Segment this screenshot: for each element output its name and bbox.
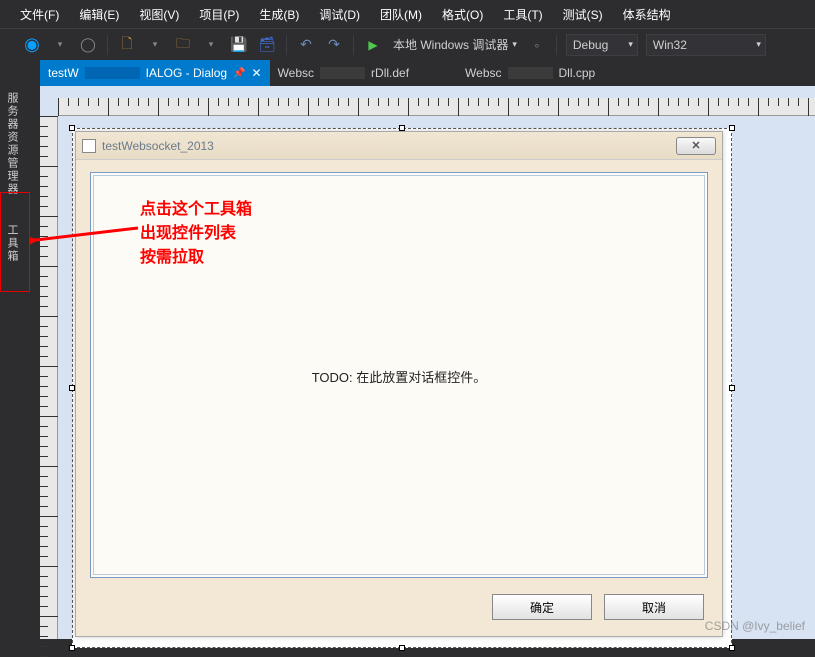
tab-label-suffix: Dll.cpp <box>559 66 596 80</box>
menu-format[interactable]: 格式(O) <box>432 6 493 23</box>
config-dropdown[interactable]: Debug <box>566 34 638 56</box>
undo-icon[interactable]: ↶ <box>294 33 318 57</box>
dialog-close-button[interactable]: ✕ <box>676 137 716 155</box>
open-dropdown-icon[interactable]: ▾ <box>199 33 223 57</box>
close-icon[interactable]: ✕ <box>252 66 262 80</box>
menu-arch[interactable]: 体系结构 <box>613 6 681 23</box>
annotation-line-2: 出现控件列表 <box>140 222 252 246</box>
redacted-block <box>508 67 553 79</box>
ok-button[interactable]: 确定 <box>492 594 592 620</box>
resize-handle-se[interactable] <box>729 645 735 651</box>
toolbar-separator-4 <box>556 35 557 55</box>
menu-project[interactable]: 项目(P) <box>189 6 249 23</box>
platform-dropdown[interactable]: Win32 <box>646 34 766 56</box>
toolbox-tab[interactable]: 工具箱 <box>0 218 22 269</box>
toolbar-separator-2 <box>286 35 287 55</box>
tab-dll-def[interactable]: Websc rDll.def <box>270 60 417 86</box>
tab-label-prefix: Websc <box>278 66 314 80</box>
toolbar: ◉ ▾ ◯ 🗋 ▾ 🗀 ▾ 💾 🗃 ↶ ↷ ▶ 本地 Windows 调试器 ▾… <box>0 28 815 60</box>
tab-dialog-designer[interactable]: testW IALOG - Dialog 📌 ✕ <box>40 60 270 86</box>
annotation-line-1: 点击这个工具箱 <box>140 198 252 222</box>
menu-team[interactable]: 团队(M) <box>370 6 432 23</box>
dialog-button-row: 确定 取消 <box>492 594 704 620</box>
designer-surface: testWebsocket_2013 ✕ TODO: 在此放置对话框控件。 确定… <box>40 86 815 639</box>
menu-test[interactable]: 测试(S) <box>553 6 613 23</box>
watermark: CSDN @Ivy_belief <box>705 619 805 633</box>
menu-view[interactable]: 视图(V) <box>129 6 189 23</box>
dialog-app-icon <box>82 139 96 153</box>
editor-tabbar: testW IALOG - Dialog 📌 ✕ Websc rDll.def … <box>0 60 815 86</box>
new-item-dropdown-icon[interactable]: ▾ <box>143 33 167 57</box>
annotation-text: 点击这个工具箱 出现控件列表 按需拉取 <box>140 198 252 270</box>
side-panels: 服务器资源管理器 工具箱 <box>0 86 22 486</box>
start-debug-icon[interactable]: ▶ <box>361 33 385 57</box>
dialog-placeholder-text: TODO: 在此放置对话框控件。 <box>91 367 707 386</box>
redacted-block <box>320 67 365 79</box>
debugger-selector[interactable]: 本地 Windows 调试器 ▾ <box>389 36 521 53</box>
nav-forward-icon[interactable]: ◯ <box>76 33 100 57</box>
cancel-button[interactable]: 取消 <box>604 594 704 620</box>
menu-bar: 文件(F) 编辑(E) 视图(V) 项目(P) 生成(B) 调试(D) 团队(M… <box>0 0 815 28</box>
resize-handle-sw[interactable] <box>69 645 75 651</box>
server-explorer-tab[interactable]: 服务器资源管理器 <box>0 86 22 202</box>
debugger-label: 本地 Windows 调试器 <box>393 36 508 53</box>
menu-edit[interactable]: 编辑(E) <box>69 6 129 23</box>
annotation-line-3: 按需拉取 <box>140 246 252 270</box>
chevron-down-icon: ▾ <box>512 39 517 50</box>
redacted-block <box>85 67 140 79</box>
menu-debug[interactable]: 调试(D) <box>309 6 370 23</box>
open-file-icon[interactable]: 🗀 <box>171 33 195 57</box>
debug-target-icon[interactable]: ◦ <box>525 33 549 57</box>
menu-tools[interactable]: 工具(T) <box>493 6 552 23</box>
dialog-title: testWebsocket_2013 <box>102 139 214 153</box>
annotation-arrow-icon <box>30 222 140 252</box>
tab-label-suffix: rDll.def <box>371 66 409 80</box>
vertical-ruler <box>40 116 58 639</box>
nav-back-icon[interactable]: ◉ <box>20 33 44 57</box>
save-icon[interactable]: 💾 <box>227 33 251 57</box>
tab-dll-cpp[interactable]: Websc Dll.cpp <box>457 60 603 86</box>
tab-label-suffix: IALOG - Dialog <box>146 66 227 80</box>
tab-label-prefix: Websc <box>465 66 501 80</box>
redo-icon[interactable]: ↷ <box>322 33 346 57</box>
menu-build[interactable]: 生成(B) <box>249 6 309 23</box>
toolbar-separator <box>107 35 108 55</box>
resize-handle-ne[interactable] <box>729 125 735 131</box>
tab-label-prefix: testW <box>48 66 79 80</box>
menu-file[interactable]: 文件(F) <box>10 6 69 23</box>
pin-icon[interactable]: 📌 <box>233 68 245 79</box>
new-item-icon[interactable]: 🗋 <box>115 33 139 57</box>
nav-back-dropdown-icon[interactable]: ▾ <box>48 33 72 57</box>
toolbar-separator-3 <box>353 35 354 55</box>
resize-handle-e[interactable] <box>729 385 735 391</box>
resize-handle-s[interactable] <box>399 645 405 651</box>
horizontal-ruler <box>58 98 815 116</box>
save-all-icon[interactable]: 🗃 <box>255 33 279 57</box>
dialog-titlebar[interactable]: testWebsocket_2013 ✕ <box>76 132 722 160</box>
